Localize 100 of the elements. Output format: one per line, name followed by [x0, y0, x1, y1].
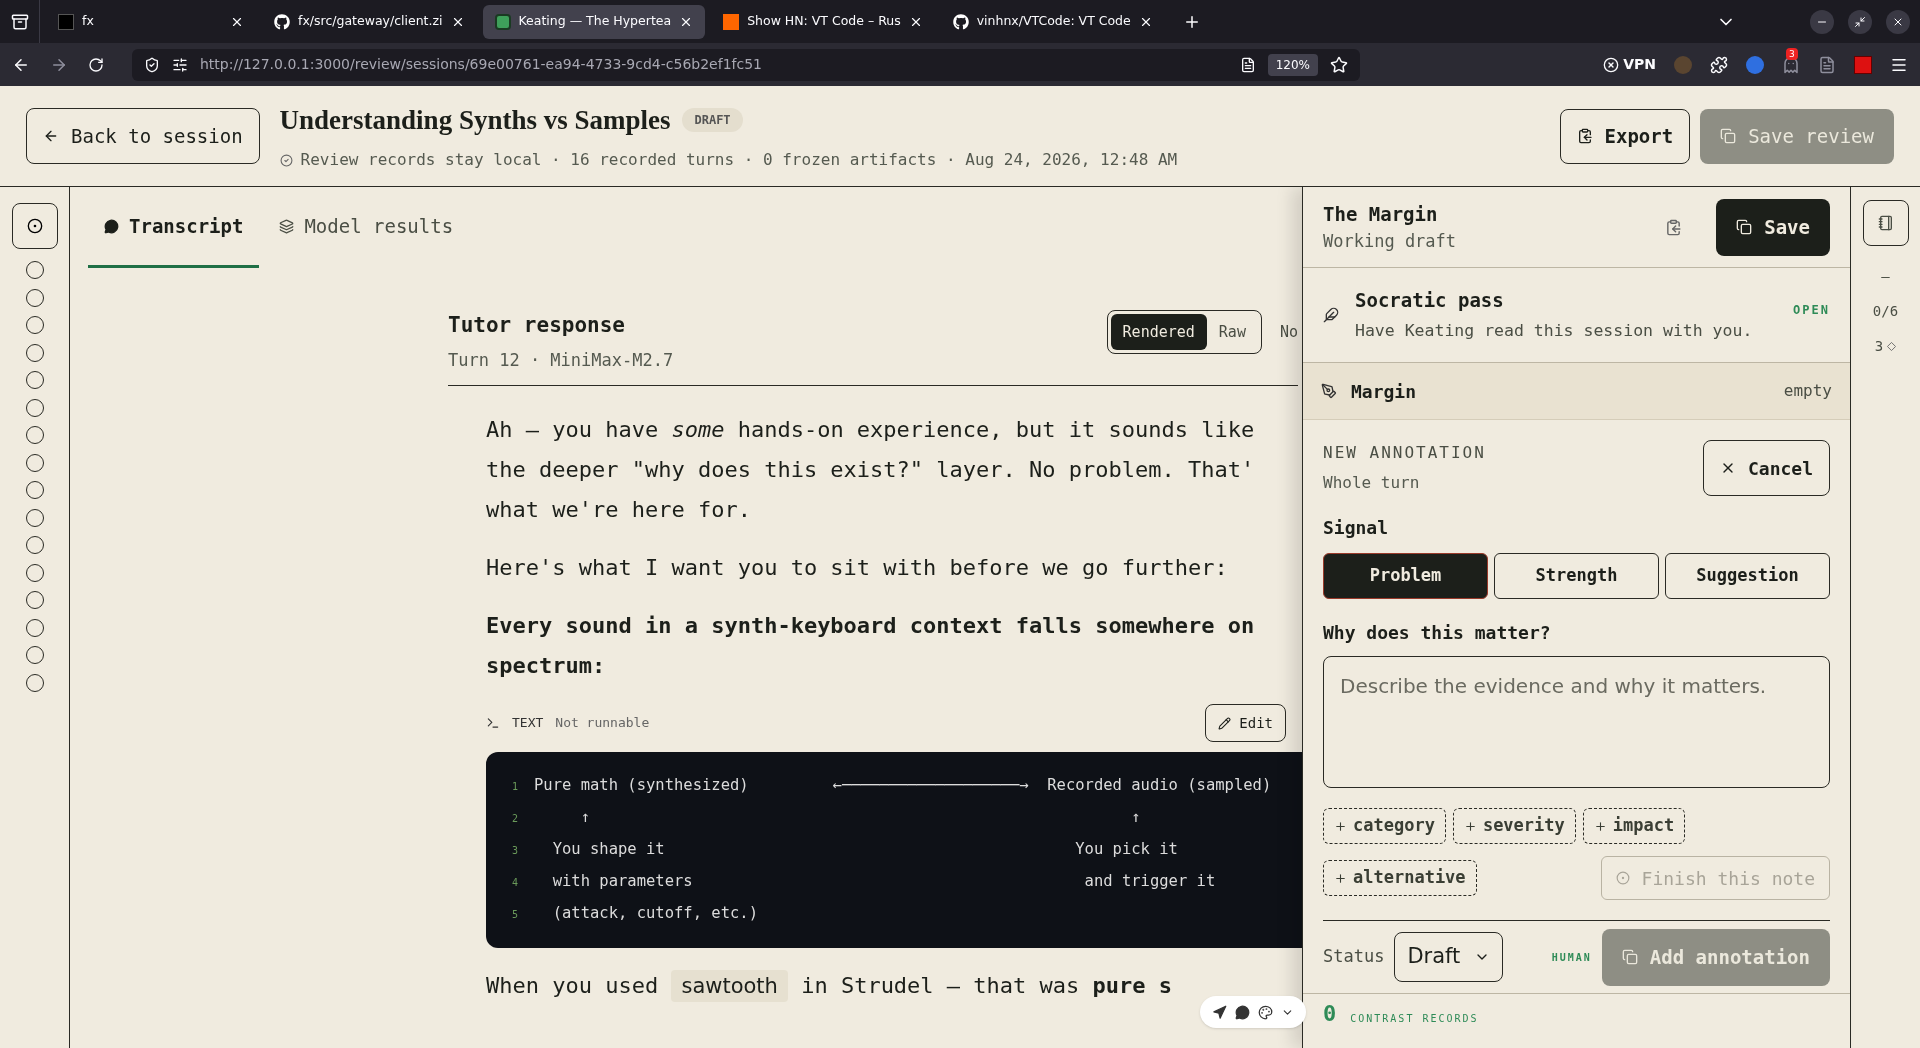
extension-icon[interactable] [1854, 55, 1872, 74]
check-circle-icon [279, 153, 293, 167]
reader-list-icon[interactable] [1818, 55, 1836, 74]
paragraph: Here's what I want you to sit with before we go further: [486, 554, 1229, 582]
reload-icon[interactable] [88, 56, 104, 73]
status-field-label: Status [1323, 945, 1385, 969]
socratic-description: Have Keating read this session with you. [1355, 319, 1753, 342]
github-icon [274, 13, 290, 30]
view-tab[interactable]: Transcript [88, 187, 260, 268]
url-text: http://127.0.0.1:3000/review/sessions/69e00761-ea94-4733-9cd4-c56b2ef1fc51 [200, 55, 762, 74]
tab-overview-icon[interactable] [10, 12, 29, 31]
contrast-count: 0 [1323, 1002, 1337, 1026]
layers-icon [279, 218, 295, 234]
tab-title: fx [82, 12, 95, 31]
reason-field[interactable]: Describe the evidence and why it matters. [1323, 656, 1830, 788]
status-badge: DRAFT [682, 108, 743, 132]
tab-title: Keating — The Hypertea [518, 12, 672, 31]
add-field-chip[interactable]: category [1323, 808, 1446, 844]
tab-title: Show HN: VT Code – Rus [747, 12, 901, 31]
cancel-button[interactable]: Cancel [1702, 440, 1830, 496]
session-title: Understanding Synths vs Samples [279, 103, 671, 137]
chat-icon[interactable] [1235, 1004, 1250, 1020]
save-button[interactable]: Save [1716, 198, 1830, 256]
question-label: Why does this matter? [1323, 621, 1552, 645]
tab-title: fx/src/gateway/client.zi [298, 12, 443, 31]
notification-badge: 3 [1786, 47, 1798, 60]
response-title: Tutor response [448, 312, 626, 339]
notebook-button[interactable] [1862, 200, 1909, 246]
browser-tab[interactable]: Show HN: VT Code – Rus [711, 4, 935, 39]
reader-icon[interactable] [1239, 56, 1256, 73]
browser-tab[interactable]: vinhnx/VTCode: VT Code [940, 4, 1165, 39]
view-tab[interactable]: Model results [263, 187, 470, 268]
code-line: ↑ ↑ [579, 807, 1141, 829]
minimize-button[interactable] [1810, 9, 1834, 34]
zoom-level[interactable]: 120% [1267, 53, 1318, 76]
clipboard-icon [1576, 128, 1593, 144]
code-line: with parameters and trigger it [551, 871, 1216, 893]
plus-icon [1334, 871, 1347, 885]
favicon-icon [58, 13, 74, 30]
add-field-chip[interactable]: alternative [1323, 860, 1477, 896]
palette-icon[interactable] [1258, 1004, 1273, 1020]
line-number: 2 [512, 811, 520, 826]
plus-icon [1463, 819, 1477, 833]
favicon-icon [494, 13, 511, 30]
notebook-icon [1877, 215, 1894, 231]
add-field-chip[interactable]: impact [1582, 808, 1686, 844]
restore-icon [1854, 15, 1866, 28]
copy-icon [1736, 219, 1753, 235]
pen-icon [1321, 383, 1337, 399]
browser-tab[interactable]: fx [46, 4, 256, 39]
browser-tab[interactable]: fx/src/gateway/client.zi [262, 4, 477, 39]
favicon-icon [723, 13, 740, 30]
margin-section-header[interactable]: Margin empty [1303, 363, 1850, 420]
author-label: HUMAN [1551, 950, 1592, 965]
navigate-button[interactable] [11, 203, 58, 249]
terminal-icon [486, 716, 500, 730]
bookmark-star-icon[interactable] [1330, 55, 1348, 74]
export-button[interactable]: Export [1559, 108, 1691, 164]
address-bar[interactable]: http://127.0.0.1:3000/review/sessions/69e00761-ea94-4733-9cd4-c56b2ef1fc51 120% [132, 48, 1360, 81]
status-label: OPEN [1793, 302, 1830, 319]
dash-mark: – [1881, 267, 1890, 286]
session-meta: Review records stay local · 16 recorded turns · 0 frozen artifacts · Aug 24, 2026, 12:48 AM [300, 149, 1178, 172]
status-select[interactable]: Draft [1394, 932, 1504, 982]
line-number: 5 [512, 907, 520, 922]
signal-option[interactable]: Problem [1323, 553, 1488, 599]
shield-icon[interactable] [144, 56, 160, 73]
view-mode[interactable]: Raw [1206, 314, 1258, 350]
signal-label: Signal [1323, 516, 1390, 540]
socratic-title: Socratic pass [1355, 288, 1505, 314]
feather-icon [1323, 307, 1339, 323]
section-state: empty [1783, 380, 1832, 402]
permissions-icon[interactable] [172, 56, 188, 73]
code-line: (attack, cutoff, etc.) [551, 903, 758, 925]
send-icon[interactable] [1212, 1004, 1227, 1020]
add-field-chip[interactable]: severity [1452, 808, 1576, 844]
extensions-icon[interactable] [1710, 55, 1728, 74]
browser-tab[interactable]: Keating — The Hypertea [482, 4, 706, 39]
signal-option[interactable]: Strength [1494, 553, 1659, 599]
contrast-label: CONTRAST RECORDS [1350, 1012, 1479, 1026]
view-mode[interactable]: Rendered [1110, 314, 1207, 350]
github-icon [952, 13, 969, 30]
line-number: 4 [512, 875, 520, 890]
response-meta: Turn 12 · MiniMax-M2.7 [448, 348, 674, 372]
close-button[interactable] [1886, 9, 1910, 34]
paragraph: Every sound in a synth-keyboard context falls somewhere on spectrum: [486, 612, 1256, 680]
vpn-button[interactable]: VPN [1623, 54, 1656, 75]
code-language: TEXT [512, 714, 544, 733]
option-label: No [1279, 321, 1298, 343]
clipboard-icon[interactable] [1665, 218, 1683, 236]
paragraph: When you used sawtooth in Strudel — that was pure s [486, 966, 1302, 1006]
panel-subtitle: Working draft [1323, 229, 1457, 253]
plus-icon [1593, 819, 1607, 833]
restore-button[interactable] [1848, 9, 1872, 34]
plus-icon [1334, 819, 1347, 833]
arrow-left-icon [43, 128, 59, 144]
diamond-icon [1887, 342, 1897, 351]
signal-option[interactable]: Suggestion [1665, 553, 1830, 599]
back-button[interactable]: Back to session [26, 108, 260, 164]
edit-button[interactable]: Edit [1205, 704, 1286, 742]
vpn-status-icon[interactable] [1603, 56, 1620, 73]
